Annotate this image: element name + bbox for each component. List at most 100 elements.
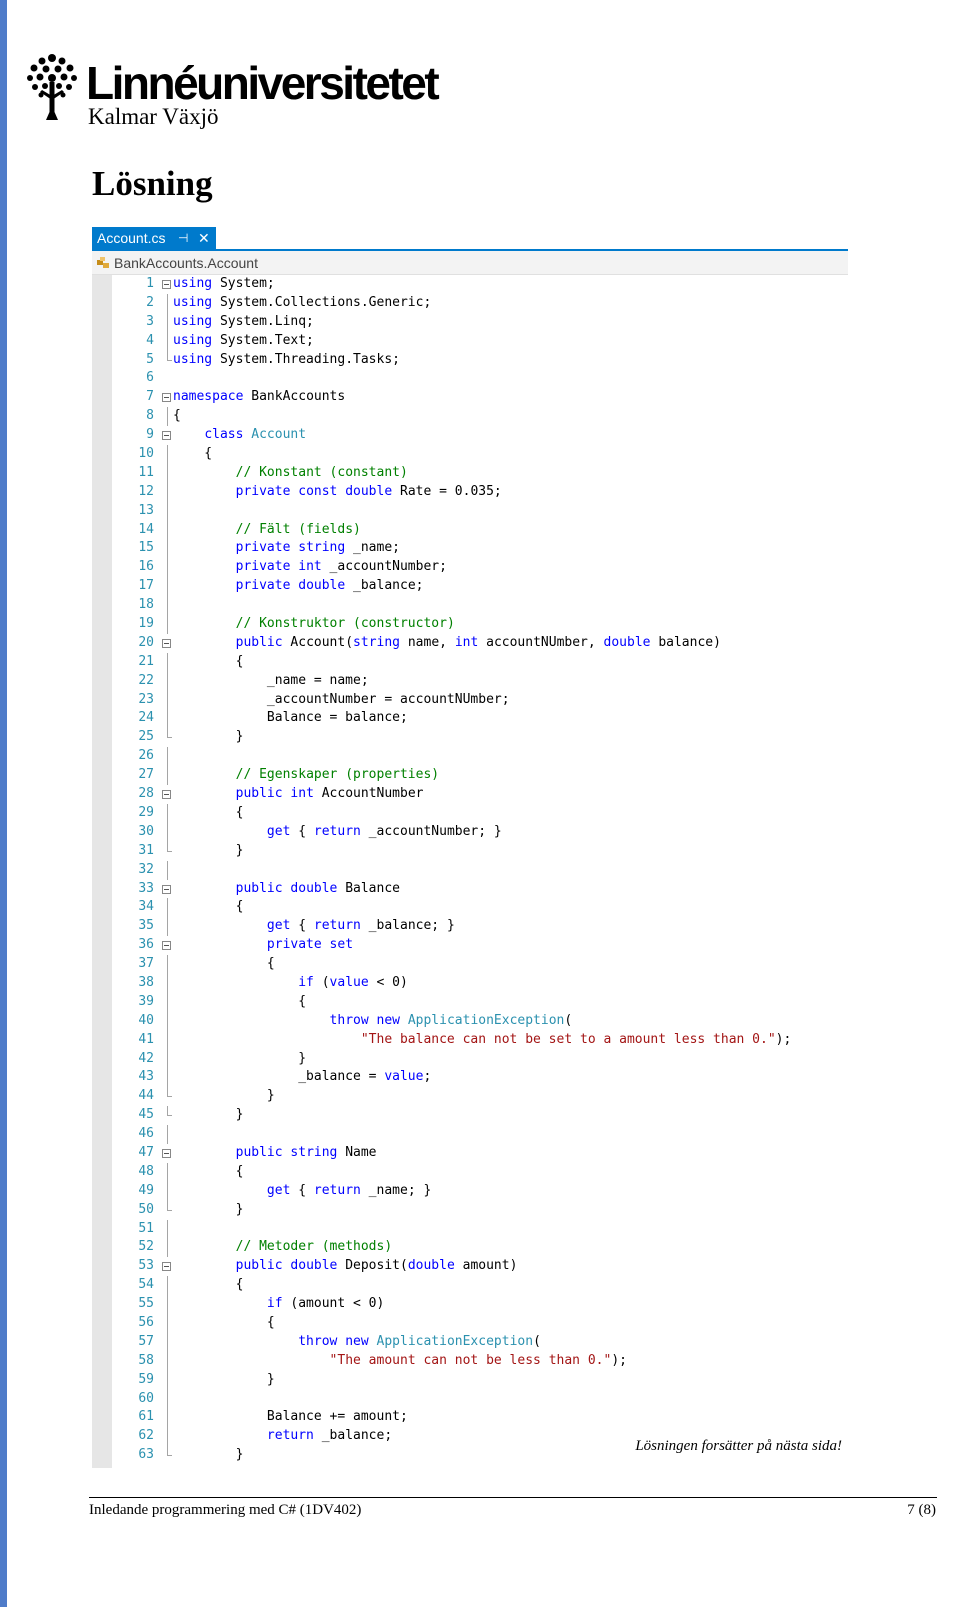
- code-line[interactable]: 54 {: [112, 1276, 848, 1296]
- code-line[interactable]: 11 // Konstant (constant): [112, 463, 848, 483]
- code-line[interactable]: 3 using System.Linq;: [112, 312, 848, 332]
- pin-icon[interactable]: ⊣: [178, 227, 188, 249]
- code-line[interactable]: 58 "The amount can not be less than 0.")…: [112, 1351, 848, 1371]
- code-token: "The balance can not be set to a amount …: [360, 1031, 776, 1047]
- collapse-toggle-icon[interactable]: [162, 393, 171, 403]
- collapse-toggle-icon[interactable]: [162, 1262, 171, 1272]
- code-line[interactable]: 50 }: [112, 1200, 848, 1220]
- code-line[interactable]: 13: [112, 501, 848, 521]
- line-number: 56: [138, 1314, 154, 1330]
- line-number: 6: [146, 370, 154, 386]
- code-text: {: [173, 955, 275, 974]
- code-line[interactable]: 43 _balance = value;: [112, 1068, 848, 1088]
- code-line[interactable]: 18: [112, 596, 848, 616]
- code-line[interactable]: 28 public int AccountNumber: [112, 785, 848, 804]
- code-line[interactable]: 9 class Account: [112, 426, 848, 445]
- code-line[interactable]: 46: [112, 1125, 848, 1144]
- code-line[interactable]: 59 }: [112, 1370, 848, 1390]
- line-number: 48: [138, 1163, 154, 1179]
- line-number: 46: [138, 1126, 154, 1142]
- code-token: namespace: [173, 389, 244, 405]
- outline-guide: [167, 1030, 168, 1050]
- tab-account-cs[interactable]: Account.cs ⊣ ✕: [92, 227, 216, 249]
- line-number: 60: [138, 1390, 154, 1406]
- code-line[interactable]: 1 using System;: [112, 275, 848, 294]
- code-line[interactable]: 16 private int _accountNumber;: [112, 558, 848, 578]
- code-line[interactable]: 7 namespace BankAccounts: [112, 388, 848, 407]
- code-line[interactable]: 34 {: [112, 898, 848, 918]
- code-token: get: [266, 1182, 291, 1198]
- outline-guide: [167, 709, 168, 729]
- code-line[interactable]: 24 Balance = balance;: [112, 709, 848, 729]
- code-line[interactable]: 57 throw new ApplicationException(: [112, 1332, 848, 1352]
- code-line[interactable]: 29 {: [112, 803, 848, 823]
- code-line[interactable]: 17 private double _balance;: [112, 577, 848, 597]
- code-line[interactable]: 51: [112, 1219, 848, 1239]
- code-line[interactable]: 47 public string Name: [112, 1144, 848, 1163]
- code-line[interactable]: 26: [112, 747, 848, 767]
- code-line[interactable]: 40 throw new ApplicationException(: [112, 1011, 848, 1031]
- code-text: "The balance can not be set to a amount …: [173, 1031, 791, 1050]
- code-token: // Fält (fields): [235, 521, 361, 537]
- code-token: class: [204, 427, 244, 443]
- code-line[interactable]: 10 {: [112, 445, 848, 464]
- code-line[interactable]: 8{: [112, 407, 848, 427]
- code-line[interactable]: 5 using System.Threading.Tasks;: [112, 350, 848, 370]
- line-number: 29: [138, 804, 154, 820]
- line-number: 9: [146, 427, 154, 443]
- code-line[interactable]: 33 public double Balance: [112, 880, 848, 899]
- code-token: private int: [235, 559, 322, 575]
- code-area[interactable]: 1 using System; 2 using System.Collections.…: [112, 275, 848, 1465]
- code-line[interactable]: 2 using System.Collections.Generic;: [112, 293, 848, 313]
- code-line[interactable]: 23 _accountNumber = accountNUmber;: [112, 690, 848, 710]
- code-line[interactable]: 27 // Egenskaper (properties): [112, 766, 848, 786]
- code-line[interactable]: 56 {: [112, 1313, 848, 1333]
- code-line[interactable]: 36 private set: [112, 936, 848, 955]
- code-line[interactable]: 49 get { return _name; }: [112, 1181, 848, 1201]
- code-line[interactable]: 42 }: [112, 1049, 848, 1069]
- code-line[interactable]: 32: [112, 860, 848, 880]
- code-line[interactable]: 45 }: [112, 1106, 848, 1125]
- code-line[interactable]: 35 get { return _balance; }: [112, 917, 848, 937]
- collapse-toggle-icon[interactable]: [162, 1148, 171, 1158]
- close-icon[interactable]: ✕: [198, 227, 210, 249]
- code-line[interactable]: 30 get { return _accountNumber; }: [112, 822, 848, 842]
- collapse-toggle-icon[interactable]: [162, 280, 171, 289]
- collapse-toggle-icon[interactable]: [162, 638, 171, 648]
- collapse-toggle-icon[interactable]: [162, 790, 171, 800]
- code-line[interactable]: 60: [112, 1389, 848, 1409]
- code-line[interactable]: 55 if (amount < 0): [112, 1295, 848, 1314]
- code-line[interactable]: 6: [112, 369, 848, 388]
- code-line[interactable]: 4 using System.Text;: [112, 331, 848, 351]
- code-text: Balance = balance;: [173, 709, 408, 728]
- code-line[interactable]: 44 }: [112, 1087, 848, 1106]
- code-line[interactable]: 19 // Konstruktor (constructor): [112, 615, 848, 634]
- code-line[interactable]: 22 _name = name;: [112, 671, 848, 691]
- code-line[interactable]: 52 // Metoder (methods): [112, 1238, 848, 1258]
- code-line[interactable]: 61 Balance += amount;: [112, 1408, 848, 1428]
- code-line[interactable]: 37 {: [112, 955, 848, 974]
- collapse-toggle-icon[interactable]: [162, 941, 171, 951]
- code-line[interactable]: 12 private const double Rate = 0.035;: [112, 482, 848, 502]
- code-line[interactable]: 31 }: [112, 841, 848, 861]
- code-line[interactable]: 39 {: [112, 992, 848, 1012]
- code-token: // Konstruktor (constructor): [235, 616, 455, 632]
- code-line[interactable]: 48 {: [112, 1162, 848, 1182]
- code-line[interactable]: 25 }: [112, 728, 848, 747]
- code-line[interactable]: 41 "The balance can not be set to a amou…: [112, 1030, 848, 1050]
- code-line[interactable]: 38 if (value < 0): [112, 973, 848, 993]
- code-token: {: [173, 1163, 244, 1179]
- collapse-toggle-icon[interactable]: [162, 431, 171, 441]
- code-text: get { return _accountNumber; }: [173, 823, 502, 842]
- collapse-toggle-icon[interactable]: [162, 884, 171, 894]
- code-line[interactable]: 14 // Fält (fields): [112, 520, 848, 540]
- code-line[interactable]: 21 {: [112, 652, 848, 672]
- code-line[interactable]: 15 private string _name;: [112, 539, 848, 559]
- code-line[interactable]: 20 public Account(string name, int accou…: [112, 634, 848, 653]
- code-token: Name: [337, 1144, 377, 1160]
- code-line[interactable]: 53 public double Deposit(double amount): [112, 1257, 848, 1276]
- navigation-bar[interactable]: BankAccounts.Account: [92, 251, 848, 275]
- code-token: (: [313, 974, 330, 990]
